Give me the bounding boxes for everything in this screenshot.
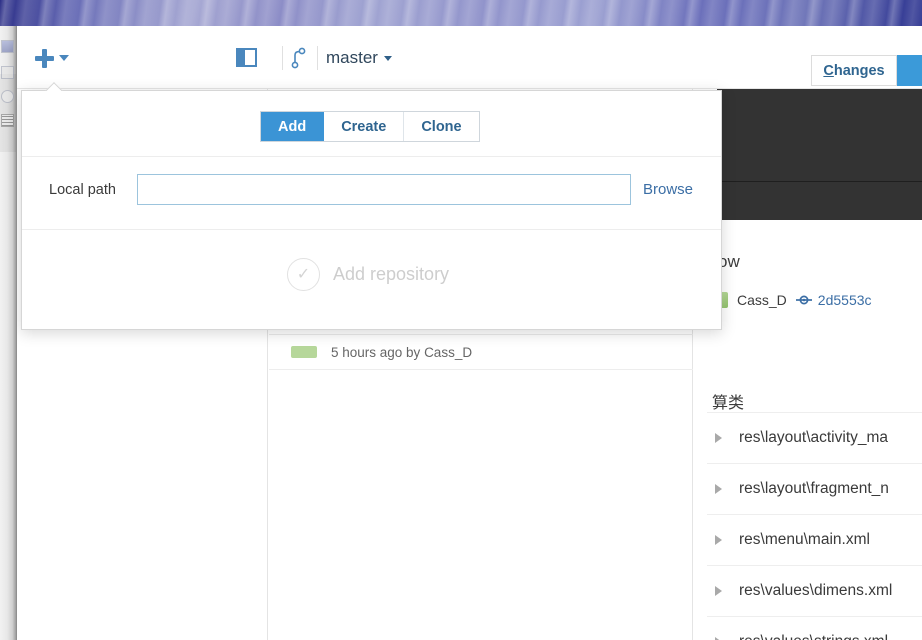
changes-label: hanges (833, 62, 885, 79)
changes-accelerator: C (823, 62, 834, 79)
commit-author: Cass_D (737, 292, 787, 308)
browse-button[interactable]: Browse (643, 181, 693, 198)
popover-tabs: Add Create Clone (260, 111, 480, 142)
chevron-down-icon (383, 55, 392, 61)
popover-header: Add Create Clone (22, 91, 721, 157)
file-path: res\layout\activity_ma (739, 429, 889, 446)
disclosure-triangle-icon[interactable] (715, 586, 722, 596)
popover-body: Local path Browse (22, 157, 721, 230)
file-list-item[interactable]: res\values\dimens.xml (707, 566, 922, 617)
split-panel-icon (235, 47, 257, 67)
chevron-down-icon (59, 55, 69, 61)
git-branch-icon (287, 46, 311, 70)
commit-node-icon (795, 293, 812, 307)
tab-add-label: Add (278, 118, 307, 135)
sidebar-toggle-button[interactable] (233, 44, 259, 70)
add-repository-menu-button[interactable] (29, 38, 85, 78)
local-path-label: Local path (49, 181, 116, 198)
disclosure-triangle-icon[interactable] (715, 484, 722, 494)
branch-name-label: master (326, 48, 378, 67)
tab-create[interactable]: Create (324, 112, 405, 141)
tab-add[interactable]: Add (261, 112, 325, 141)
diff-divider (717, 181, 922, 182)
sliver-icon-1 (1, 40, 14, 53)
sync-button[interactable] (897, 55, 922, 86)
avatar (291, 346, 317, 358)
changed-files-list: res\layout\activity_ma res\layout\fragme… (707, 412, 922, 640)
sliver-icon-4 (1, 114, 14, 127)
file-path: res\values\dimens.xml (739, 582, 893, 599)
file-list-item[interactable]: res\menu\main.xml (707, 515, 922, 566)
commit-hash-label: 2d5553c (817, 292, 872, 308)
tab-clone[interactable]: Clone (404, 112, 479, 141)
add-repository-popover: Add Create Clone Local path Browse ✓ Add… (21, 90, 722, 330)
add-repository-button[interactable]: ✓ Add repository (287, 258, 449, 291)
toolbar-separator-1 (282, 46, 283, 70)
screen: master Changes 5 hours ago by Cass_D ow … (0, 0, 922, 640)
file-list-item[interactable]: res\values\strings.xml (707, 617, 922, 640)
check-circle-icon: ✓ (287, 258, 320, 291)
local-path-input[interactable] (137, 174, 631, 205)
commit-byline: Cass_D 2d5553c (712, 292, 872, 308)
branch-selector[interactable]: master (326, 48, 392, 68)
file-list-item[interactable]: res\layout\activity_ma (707, 413, 922, 464)
tab-create-label: Create (341, 118, 387, 135)
sliver-highlight (0, 74, 16, 152)
github-desktop-window: master Changes 5 hours ago by Cass_D ow … (17, 26, 922, 640)
commit-detail-panel: ow Cass_D 2d5553c 算类 res\layout\activity… (694, 89, 922, 640)
add-repository-label: Add repository (333, 264, 450, 284)
popover-footer: ✓ Add repository (22, 230, 721, 329)
file-path: res\values\strings.xml (739, 633, 888, 640)
file-list-item[interactable]: res\layout\fragment_n (707, 464, 922, 515)
local-path-field-row: Local path Browse (49, 174, 699, 205)
toolbar-separator-2 (317, 46, 318, 70)
toolbar: master Changes (17, 26, 922, 89)
background-window-sliver[interactable] (0, 26, 17, 640)
commit-timestamp: 5 hours ago by Cass_D (331, 344, 473, 360)
tab-clone-label: Clone (421, 118, 462, 135)
commit-description: 算类 (712, 395, 745, 412)
file-path: res\menu\main.xml (739, 531, 870, 548)
sliver-icon-3 (1, 90, 14, 103)
disclosure-triangle-icon[interactable] (715, 535, 722, 545)
commit-list-item[interactable]: 5 hours ago by Cass_D (269, 334, 693, 370)
diff-dark-area (717, 89, 922, 220)
popover-arrow (45, 82, 63, 91)
commit-hash[interactable]: 2d5553c (795, 292, 872, 308)
plus-icon (35, 48, 54, 68)
changes-button[interactable]: Changes (811, 55, 897, 86)
disclosure-triangle-icon[interactable] (715, 433, 722, 443)
file-path: res\layout\fragment_n (739, 480, 889, 497)
sliver-icon-2 (1, 66, 14, 79)
